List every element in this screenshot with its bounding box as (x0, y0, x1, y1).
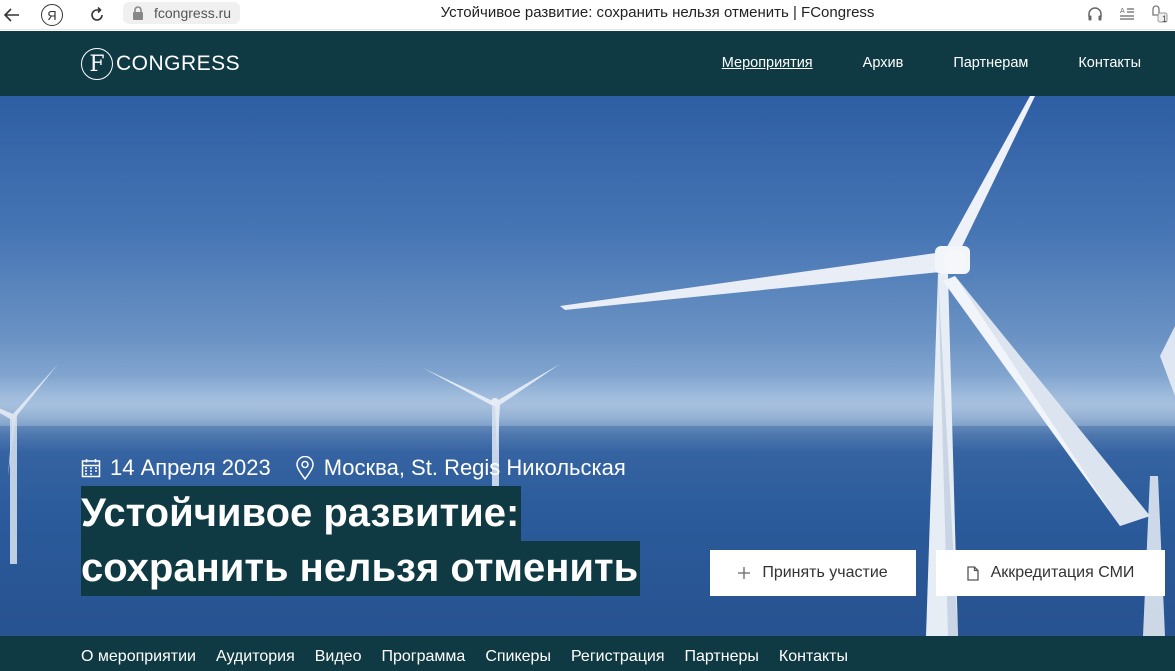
page-title: Устойчивое развитие: сохранить нельзя от… (440, 4, 875, 21)
fcongress-logo[interactable]: F CONGRESS (81, 48, 240, 80)
reader-mode-icon[interactable]: A (1117, 4, 1137, 24)
nav-link-contacts[interactable]: Контакты (1078, 55, 1141, 71)
main-nav: Мероприятия Архив Партнерам Контакты (672, 55, 1141, 71)
event-date: 14 Апреля 2023 (81, 455, 271, 481)
event-title-line-1: Устойчивое развитие: (81, 486, 522, 541)
site-header: F CONGRESS Мероприятия Архив Партнерам К… (0, 31, 1175, 96)
logo-letter: F (81, 48, 113, 80)
subnav-item-speakers[interactable]: Спикеры (485, 648, 551, 666)
calendar-icon (81, 458, 101, 478)
event-title-line-2: сохранить нельзя отменить (81, 541, 641, 596)
document-icon (966, 565, 979, 581)
event-meta: 14 Апреля 2023 Москва, St. Regis Никольс… (81, 455, 626, 481)
nav-link-archive[interactable]: Архив (863, 55, 904, 71)
press-accreditation-button[interactable]: Аккредитация СМИ (936, 550, 1165, 596)
event-location-text: Москва, St. Regis Никольская (323, 455, 626, 480)
join-button-label: Принять участие (762, 564, 888, 581)
logo-text: CONGRESS (116, 52, 241, 75)
nav-link-partners[interactable]: Партнерам (953, 55, 1028, 71)
subnav-item-program[interactable]: Программа (381, 648, 465, 666)
notifications-icon[interactable]: 1 (1149, 4, 1169, 24)
event-location: Москва, St. Regis Никольская (295, 455, 626, 481)
subnav-item-partners[interactable]: Партнеры (684, 648, 758, 666)
subnav-item-contacts[interactable]: Контакты (779, 648, 848, 666)
hero-banner: 14 Апреля 2023 Москва, St. Regis Никольс… (0, 96, 1175, 636)
map-pin-icon (295, 456, 315, 480)
browser-toolbar: Я fcongress.ru Устойчивое развитие: сохр… (0, 0, 1175, 30)
headphones-icon[interactable] (1085, 4, 1105, 24)
nav-link-events[interactable]: Мероприятия (722, 55, 813, 71)
subnav-item-video[interactable]: Видео (315, 648, 362, 666)
join-button[interactable]: Принять участие (710, 550, 916, 596)
subnav-item-registration[interactable]: Регистрация (571, 648, 665, 666)
subnav-item-audience[interactable]: Аудитория (216, 648, 295, 666)
event-date-text: 14 Апреля 2023 (110, 455, 271, 480)
subnav-item-about[interactable]: О мероприятии (81, 648, 196, 666)
notification-count: 1 (1161, 14, 1167, 24)
plus-icon (738, 567, 751, 579)
svg-text:A: A (1120, 8, 1125, 15)
press-button-label: Аккредитация СМИ (990, 564, 1135, 581)
event-sub-nav: О мероприятии Аудитория Видео Программа … (0, 636, 1175, 671)
